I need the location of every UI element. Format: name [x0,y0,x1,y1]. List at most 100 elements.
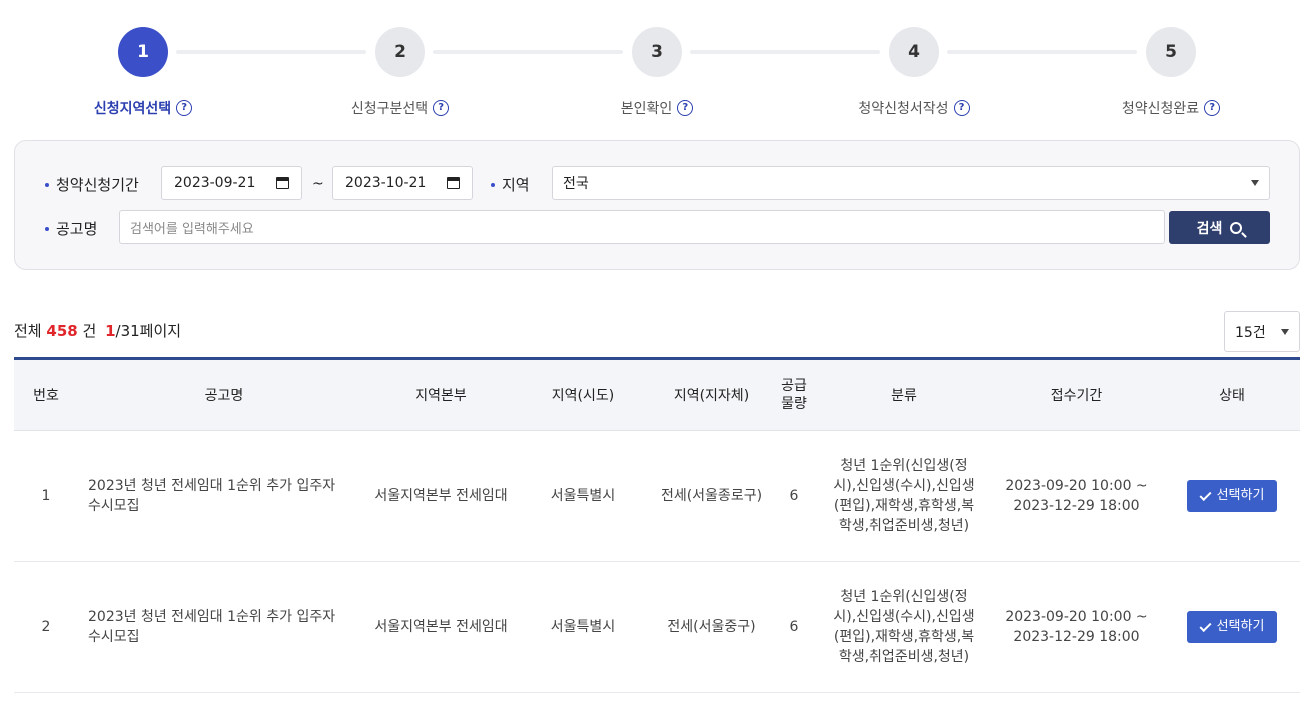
results-table: 번호 공고명 지역본부 지역(시도) 지역(지자체) 공급 물량 분류 접수기간… [14,357,1300,693]
search-placeholder: 검색어를 입력해주세요 [130,221,254,237]
help-icon[interactable]: ? [176,100,193,116]
step-label-text: 청약신청서작성 [858,101,949,117]
step-5-circle: 5 [1146,27,1196,77]
progress-stepper: 1 2 3 4 5 신청지역선택 ? 신청구분선택 ? 본인확인 ? 청약신청서… [0,0,1311,130]
check-icon [1199,619,1212,632]
step-4-label: 청약신청서작성 ? [814,98,1014,118]
period-start: 2023-09-20 10:00 ~ [1005,609,1148,625]
search-button-label: 검색 [1196,220,1223,237]
table-row: 2 2023년 청년 전세임대 1순위 추가 입주자 수시모집 서울지역본부 전… [14,562,1300,693]
help-icon[interactable]: ? [953,100,970,116]
header-supply: 공급 물량 [769,377,819,413]
period-end: 2023-12-29 18:00 [1013,498,1140,514]
period-end: 2023-12-29 18:00 [1013,629,1140,645]
step-3-label: 본인확인 ? [557,98,757,118]
summary-unit: 건 [82,322,97,340]
step-connector [947,50,1137,54]
region-label: 지역 [491,174,530,195]
help-icon[interactable]: ? [1204,100,1221,116]
step-3-circle: 3 [632,27,682,77]
header-province: 지역(시도) [551,388,615,404]
select-button-label: 선택하기 [1216,619,1265,634]
total-count: 458 [46,322,78,340]
period-label-text: 청약신청기간 [56,176,139,194]
row-hq: 서울지역본부 전세임대 [374,619,508,635]
start-date-value: 2023-09-21 [174,175,256,191]
period-label: 청약신청기간 [45,174,139,195]
header-status: 상태 [1219,388,1245,404]
row-quantity: 6 [789,488,799,504]
help-icon[interactable]: ? [433,100,450,116]
row-quantity: 6 [789,619,799,635]
chevron-down-icon [1281,328,1289,335]
row-district: 전세(서울중구) [667,619,756,635]
chevron-down-icon [1251,180,1259,186]
select-button[interactable]: 선택하기 [1187,480,1277,512]
summary-prefix: 전체 [14,322,42,340]
step-2-label: 신청구분선택 ? [300,98,500,118]
check-icon [1199,488,1212,501]
search-input[interactable]: 검색어를 입력해주세요 [119,210,1165,244]
header-number: 번호 [33,388,59,404]
step-label-text: 신청지역선택 [93,101,172,117]
title-label: 공고명 [45,218,97,239]
step-label-text: 청약신청완료 [1121,101,1200,117]
result-summary: 전체 458 건 1/31페이지 [14,320,181,341]
row-title[interactable]: 2023년 청년 전세임대 1순위 추가 입주자 수시모집 [78,476,370,516]
page-size-select[interactable]: 15건 [1224,311,1300,352]
step-5-label: 청약신청완료 ? [1071,98,1271,118]
region-label-text: 지역 [502,176,530,194]
region-select[interactable]: 전국 [552,166,1270,200]
end-date-value: 2023-10-21 [345,175,427,191]
row-title[interactable]: 2023년 청년 전세임대 1순위 추가 입주자 수시모집 [78,607,370,647]
row-number: 2 [41,619,51,635]
row-number: 1 [41,488,51,504]
row-category: 청년 1순위(신입생(정시),신입생(수시),신입생(편입),재학생,휴학생,복… [833,458,975,534]
header-hq: 지역본부 [415,388,467,404]
page-size-value: 15건 [1235,324,1266,341]
header-supply-line1: 공급 [781,378,807,394]
bullet-icon [45,226,49,231]
header-period: 접수기간 [1050,388,1103,404]
end-date-input[interactable]: 2023-10-21 [332,166,473,200]
step-1-circle: 1 [118,27,168,77]
step-connector [690,50,880,54]
header-category: 분류 [891,388,917,404]
region-select-value: 전국 [563,176,589,192]
step-2-circle: 2 [375,27,425,77]
bullet-icon [45,182,49,187]
row-status: 선택하기 [1164,480,1300,512]
start-date-input[interactable]: 2023-09-21 [161,166,302,200]
row-district: 전세(서울종로구) [660,488,763,504]
table-row: 1 2023년 청년 전세임대 1순위 추가 입주자 수시모집 서울지역본부 전… [14,431,1300,562]
row-category: 청년 1순위(신입생(정시),신입생(수시),신입생(편입),재학생,휴학생,복… [833,589,975,665]
current-page: 1 [105,322,116,340]
row-province: 서울특별시 [550,619,616,635]
search-icon [1230,221,1243,234]
row-hq: 서울지역본부 전세임대 [374,488,508,504]
row-period: 2023-09-20 10:00 ~ 2023-12-29 18:00 [989,476,1164,516]
row-province: 서울특별시 [550,488,616,504]
step-4-circle: 4 [889,27,939,77]
search-button[interactable]: 검색 [1169,211,1270,244]
help-icon[interactable]: ? [677,100,694,116]
step-connector [433,50,623,54]
header-title: 공고명 [204,388,244,404]
search-panel: 청약신청기간 2023-09-21 ~ 2023-10-21 지역 전국 공고명… [14,140,1300,270]
header-district: 지역(지자체) [673,388,750,404]
date-separator: ~ [312,176,324,192]
table-header: 번호 공고명 지역본부 지역(시도) 지역(지자체) 공급 물량 분류 접수기간… [14,357,1300,431]
bullet-icon [491,182,495,187]
select-button[interactable]: 선택하기 [1187,611,1277,643]
calendar-icon[interactable] [276,177,289,189]
row-period: 2023-09-20 10:00 ~ 2023-12-29 18:00 [989,607,1164,647]
step-1-label: 신청지역선택 ? [43,98,243,118]
title-label-text: 공고명 [56,220,98,238]
step-connector [176,50,366,54]
select-button-label: 선택하기 [1216,488,1265,503]
step-label-text: 본인확인 [620,101,673,117]
page-total: /31페이지 [115,322,182,340]
row-status: 선택하기 [1164,611,1300,643]
calendar-icon[interactable] [447,177,460,189]
header-supply-line2: 물량 [781,396,807,412]
